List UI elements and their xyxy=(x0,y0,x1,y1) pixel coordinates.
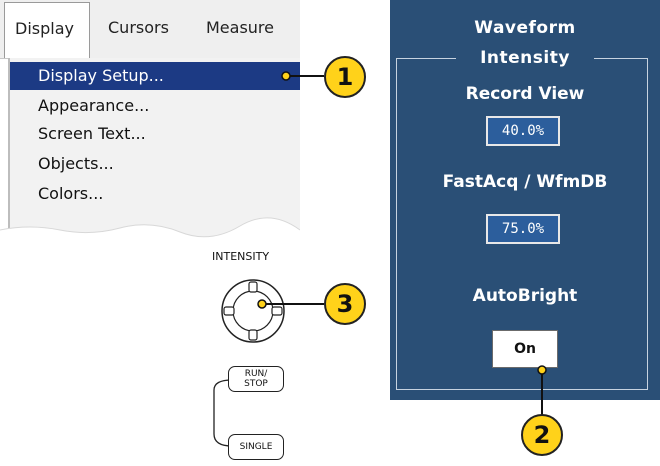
callout-1: 1 xyxy=(324,56,366,98)
callout-3: 3 xyxy=(324,283,366,325)
callout-2: 2 xyxy=(521,414,563,456)
